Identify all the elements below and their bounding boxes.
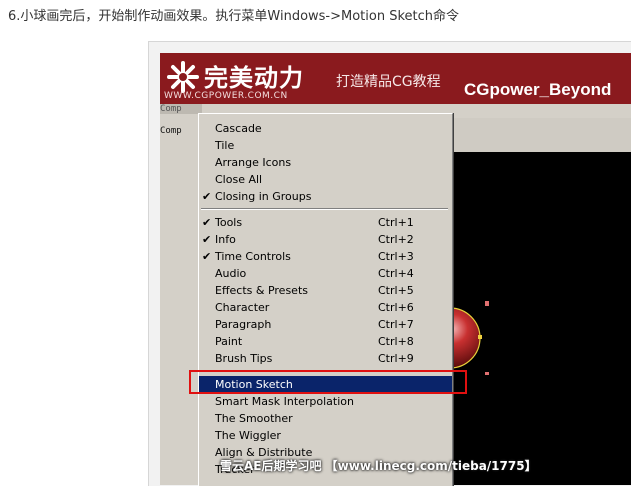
menu-item-label: Brush Tips bbox=[215, 352, 273, 365]
menu-item-label: Paragraph bbox=[215, 318, 272, 331]
menu-item-paint[interactable]: Paint Ctrl+8 bbox=[199, 333, 452, 350]
menu-item-label: Time Controls bbox=[215, 250, 291, 263]
tutorial-caption: 6.小球画完后，开始制作动画效果。执行菜单Windows->Motion Ske… bbox=[8, 9, 460, 24]
site-banner: 完美动力 WWW.CGPOWER.COM.CN 打造精品CG教程 CGpower… bbox=[160, 53, 631, 104]
menu-item-label: Tools bbox=[215, 216, 243, 229]
menu-item-label: Close All bbox=[215, 173, 263, 186]
menu-item-shortcut: Ctrl+1 bbox=[378, 216, 414, 229]
menu-item-shortcut: Ctrl+3 bbox=[378, 250, 414, 263]
menu-item-shortcut: Ctrl+7 bbox=[378, 318, 414, 331]
menu-item-label: Tile bbox=[215, 139, 235, 152]
menu-item-effects-presets[interactable]: Effects & Presets Ctrl+5 bbox=[199, 282, 452, 299]
menu-item-label: Closing in Groups bbox=[215, 190, 312, 203]
logo-star-icon bbox=[167, 61, 199, 93]
logo-chinese-text: 完美动力 bbox=[204, 63, 304, 92]
menu-item-audio[interactable]: Audio Ctrl+4 bbox=[199, 265, 452, 282]
comp-tab-top[interactable]: Comp bbox=[160, 104, 202, 114]
project-panel bbox=[160, 138, 202, 485]
highlight-annotation-box bbox=[189, 370, 467, 394]
menu-item-character[interactable]: Character Ctrl+6 bbox=[199, 299, 452, 316]
menu-separator bbox=[201, 208, 448, 210]
windows-menu: Cascade Tile Arrange Icons Close All ✔ C… bbox=[198, 113, 453, 486]
composition-toolbar bbox=[450, 118, 631, 152]
menu-item-shortcut: Ctrl+8 bbox=[378, 335, 414, 348]
menu-item-shortcut: Ctrl+5 bbox=[378, 284, 414, 297]
check-icon: ✔ bbox=[202, 190, 212, 203]
menu-item-shortcut: Ctrl+6 bbox=[378, 301, 414, 314]
menu-item-tools[interactable]: ✔ Tools Ctrl+1 bbox=[199, 214, 452, 231]
menu-item-label: Arrange Icons bbox=[215, 156, 292, 169]
menu-item-label: Effects & Presets bbox=[215, 284, 308, 297]
menu-item-info[interactable]: ✔ Info Ctrl+2 bbox=[199, 231, 452, 248]
menu-item-time-controls[interactable]: ✔ Time Controls Ctrl+3 bbox=[199, 248, 452, 265]
menu-item-shortcut: Ctrl+4 bbox=[378, 267, 414, 280]
menu-item-shortcut: Ctrl+2 bbox=[378, 233, 414, 246]
check-icon: ✔ bbox=[202, 216, 212, 229]
menu-item-label: Paint bbox=[215, 335, 243, 348]
tagline: 打造精品CG教程 bbox=[336, 74, 441, 90]
menu-item-label: The Wiggler bbox=[215, 429, 281, 442]
menu-item-cascade[interactable]: Cascade bbox=[199, 120, 452, 137]
menu-item-brush-tips[interactable]: Brush Tips Ctrl+9 bbox=[199, 350, 452, 367]
menu-item-label: Cascade bbox=[215, 122, 262, 135]
check-icon: ✔ bbox=[202, 233, 212, 246]
menu-item-the-wiggler[interactable]: The Wiggler bbox=[199, 427, 452, 444]
menu-item-smart-mask-interpolation[interactable]: Smart Mask Interpolation bbox=[199, 393, 452, 410]
menu-item-close-all[interactable]: Close All bbox=[199, 171, 452, 188]
menu-item-the-smoother[interactable]: The Smoother bbox=[199, 410, 452, 427]
menu-item-shortcut: Ctrl+9 bbox=[378, 352, 414, 365]
logo-url: WWW.CGPOWER.COM.CN bbox=[164, 91, 288, 101]
watermark: 雪云AE后期学习吧 【www.linecg.com/tieba/1775】 bbox=[220, 459, 537, 473]
menu-item-label: Audio bbox=[215, 267, 247, 280]
menu-item-label: Character bbox=[215, 301, 270, 314]
menu-item-tile[interactable]: Tile bbox=[199, 137, 452, 154]
check-icon: ✔ bbox=[202, 250, 212, 263]
menu-item-label: The Smoother bbox=[215, 412, 293, 425]
menu-item-label: Info bbox=[215, 233, 236, 246]
brand-english: CGpower_Beyond bbox=[464, 80, 612, 99]
menu-item-closing-in-groups[interactable]: ✔ Closing in Groups bbox=[199, 188, 452, 205]
menu-item-label: Smart Mask Interpolation bbox=[215, 395, 354, 408]
comp-tab[interactable]: Comp bbox=[160, 124, 202, 138]
menu-item-arrange-icons[interactable]: Arrange Icons bbox=[199, 154, 452, 171]
menu-item-paragraph[interactable]: Paragraph Ctrl+7 bbox=[199, 316, 452, 333]
